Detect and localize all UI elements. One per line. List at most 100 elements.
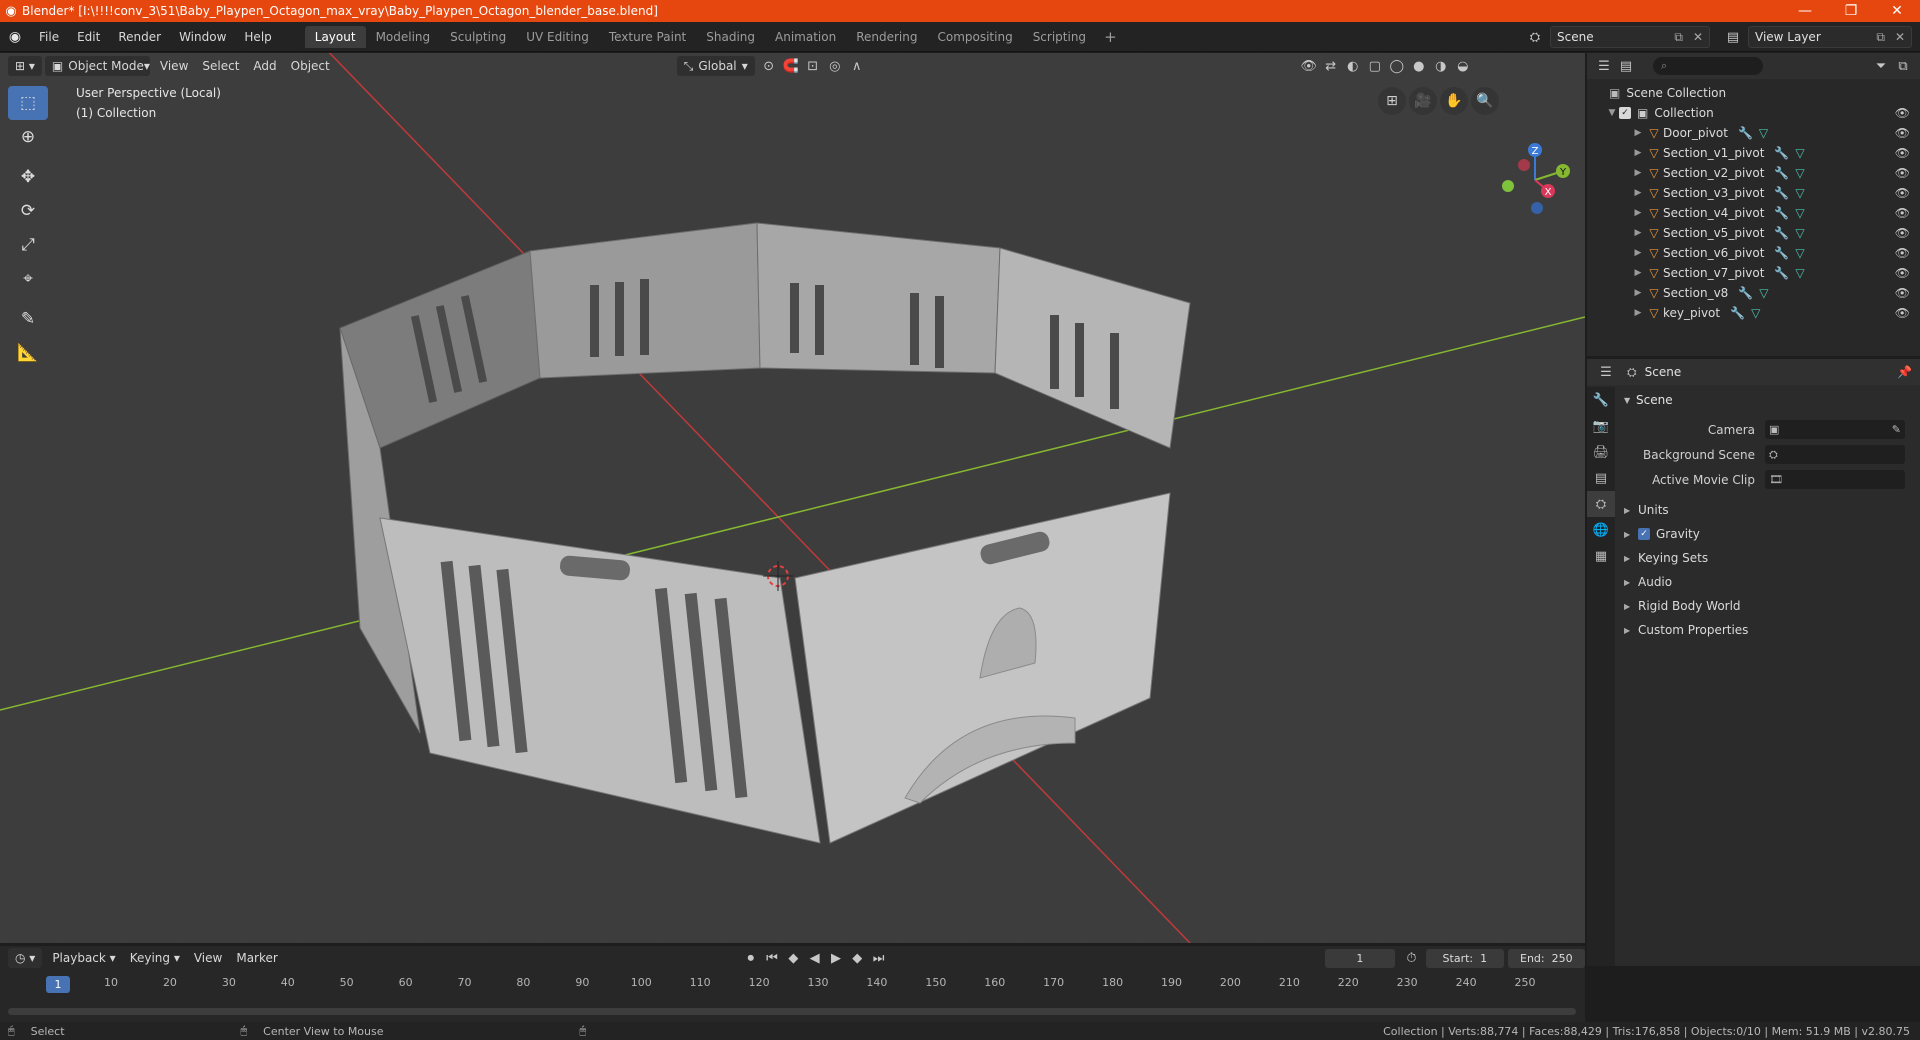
new-view-layer-icon[interactable]: ⧉ <box>1876 30 1885 45</box>
expand-arrow-icon[interactable]: ▶ <box>1631 208 1645 218</box>
eye-icon[interactable]: 👁 <box>1895 266 1910 280</box>
close-icon[interactable]: ✕ <box>1874 3 1920 19</box>
outliner-search-input[interactable]: ⌕ <box>1653 57 1763 75</box>
collection-checkbox[interactable]: ✓ <box>1619 107 1631 119</box>
gravity-panel[interactable]: ▶ ✓ Gravity <box>1618 522 1918 546</box>
zoom-icon[interactable]: 🔍 <box>1471 87 1499 115</box>
eye-icon[interactable]: 👁 <box>1895 286 1910 300</box>
timeline-ruler[interactable]: 1 10 20 30 40 50 60 70 80 90 100 110 120 130 140 150 160… <box>0 976 1585 994</box>
expand-arrow-icon[interactable]: ▶ <box>1631 248 1645 258</box>
outliner-object-row[interactable]: ▶ ▽ Section_v3_pivot 🔧 ▽ 👁 <box>1587 183 1920 203</box>
tab-uv-editing[interactable]: UV Editing <box>516 26 599 48</box>
add-workspace-icon[interactable]: + <box>1096 28 1125 46</box>
tab-texture-paint[interactable]: Texture Paint <box>599 26 696 48</box>
menu-render[interactable]: Render <box>109 30 170 44</box>
snap-icon[interactable]: 🧲 <box>780 56 802 76</box>
expand-arrow-icon[interactable]: ▶ <box>1631 228 1645 238</box>
xray-icon[interactable]: ▢ <box>1364 56 1386 76</box>
end-frame-field[interactable]: End: 250 <box>1507 948 1586 968</box>
delete-view-layer-icon[interactable]: ✕ <box>1895 30 1905 44</box>
scene-type-icon[interactable]: ⛭ <box>1524 27 1546 47</box>
outliner-editor-type-icon[interactable]: ☰ <box>1593 56 1615 76</box>
gizmo-neg-x-icon[interactable] <box>1518 159 1530 171</box>
tab-scripting[interactable]: Scripting <box>1023 26 1096 48</box>
outliner-object-row[interactable]: ▶ ▽ Section_v4_pivot 🔧 ▽ 👁 <box>1587 203 1920 223</box>
visibility-icon[interactable]: 👁 <box>1298 56 1320 76</box>
eye-icon[interactable]: 👁 <box>1895 226 1910 240</box>
minimize-icon[interactable]: — <box>1782 3 1828 19</box>
menu-file[interactable]: File <box>30 30 68 44</box>
expand-arrow-icon[interactable]: ▶ <box>1631 168 1645 178</box>
blender-menu-icon[interactable]: ◉ <box>0 29 30 45</box>
filter-icon[interactable]: ⏷ <box>1870 56 1892 76</box>
eye-icon[interactable]: 👁 <box>1895 306 1910 320</box>
falloff-icon[interactable]: ∧ <box>846 56 868 76</box>
world-tab-icon[interactable]: 🌐 <box>1587 517 1615 543</box>
rendered-shading-icon[interactable]: ◒ <box>1452 56 1474 76</box>
expand-arrow-icon[interactable]: ▶ <box>1631 308 1645 318</box>
camera-view-icon[interactable]: 🎥 <box>1409 87 1437 115</box>
scene-tab-icon[interactable]: ⛭ <box>1587 491 1615 517</box>
start-frame-field[interactable]: Start: 1 <box>1426 948 1504 968</box>
proportional-edit-icon[interactable]: ◎ <box>824 56 846 76</box>
3d-viewport[interactable]: Z Y X ⊞ ▾ ▣ Object Mode ▾ View Select Ad… <box>0 53 1585 943</box>
timeline-menu-playback[interactable]: Playback ▾ <box>45 948 122 968</box>
render-tab-icon[interactable]: 📷 <box>1587 413 1615 439</box>
rotate-tool-icon[interactable]: ⟳ <box>8 194 48 228</box>
pin-icon[interactable]: 📌 <box>1897 365 1912 379</box>
scale-tool-icon[interactable]: ⤢ <box>8 228 48 262</box>
timeline-menu-keying[interactable]: Keying ▾ <box>123 948 187 968</box>
audio-panel[interactable]: ▶ Audio <box>1618 570 1918 594</box>
jump-end-icon[interactable]: ⏭ <box>868 948 889 968</box>
outliner-object-row[interactable]: ▶ ▽ key_pivot 🔧 ▽ 👁 <box>1587 303 1920 323</box>
transform-tool-icon[interactable]: ⌖ <box>8 262 48 296</box>
toggle-grid-icon[interactable]: ⊞ <box>1378 87 1406 115</box>
view-layer-icon[interactable]: ▤ <box>1722 27 1744 47</box>
gizmo-neg-y-icon[interactable] <box>1502 180 1514 192</box>
viewport-menu-add[interactable]: Add <box>246 56 283 76</box>
tab-compositing[interactable]: Compositing <box>927 26 1022 48</box>
eye-icon[interactable]: 👁 <box>1895 146 1910 160</box>
view-layer-tab-icon[interactable]: ▤ <box>1587 465 1615 491</box>
scene-selector[interactable]: Scene ⧉ ✕ <box>1550 26 1710 48</box>
tab-layout[interactable]: Layout <box>304 25 366 48</box>
prev-keyframe-icon[interactable]: ◆ <box>783 948 804 968</box>
tab-animation[interactable]: Animation <box>765 26 846 48</box>
viewport-menu-select[interactable]: Select <box>195 56 246 76</box>
outliner-object-row[interactable]: ▶ ▽ Section_v8 🔧 ▽ 👁 <box>1587 283 1920 303</box>
timeline-editor-type-button[interactable]: ◷ ▾ <box>8 948 43 968</box>
new-collection-icon[interactable]: ⧉ <box>1892 56 1914 76</box>
display-mode-icon[interactable]: ▤ <box>1615 56 1637 76</box>
eye-icon[interactable]: 👁 <box>1895 186 1910 200</box>
eye-icon[interactable]: 👁 <box>1895 106 1910 120</box>
scene-panel-header[interactable]: ▼ Scene <box>1618 389 1918 411</box>
outliner-object-row[interactable]: ▶ ▽ Door_pivot 🔧 ▽ 👁 <box>1587 123 1920 143</box>
camera-field[interactable]: ▣ ✎ <box>1765 420 1905 439</box>
expand-arrow-icon[interactable]: ▶ <box>1631 188 1645 198</box>
outliner-object-row[interactable]: ▶ ▽ Section_v7_pivot 🔧 ▽ 👁 <box>1587 263 1920 283</box>
pan-hand-icon[interactable]: ✋ <box>1440 87 1468 115</box>
mode-dropdown[interactable]: ▣ Object Mode ▾ <box>44 56 150 76</box>
tab-sculpting[interactable]: Sculpting <box>440 26 516 48</box>
orientation-dropdown[interactable]: ⤡ Global ▾ <box>676 56 755 76</box>
tab-modeling[interactable]: Modeling <box>366 26 441 48</box>
wireframe-shading-icon[interactable]: ◯ <box>1386 56 1408 76</box>
outliner-object-row[interactable]: ▶ ▽ Section_v5_pivot 🔧 ▽ 👁 <box>1587 223 1920 243</box>
annotate-tool-icon[interactable]: ✎ <box>8 302 48 336</box>
expand-arrow-icon[interactable]: ▶ <box>1631 128 1645 138</box>
current-frame-field[interactable]: 1 <box>1325 948 1395 968</box>
eye-icon[interactable]: 👁 <box>1895 206 1910 220</box>
gravity-checkbox[interactable]: ✓ <box>1638 528 1650 540</box>
units-panel[interactable]: ▶ Units <box>1618 498 1918 522</box>
custom-properties-panel[interactable]: ▶ Custom Properties <box>1618 618 1918 642</box>
eye-icon[interactable]: 👁 <box>1895 246 1910 260</box>
cursor-tool-icon[interactable]: ⊕ <box>8 120 48 154</box>
snap-target-icon[interactable]: ⊡ <box>802 56 824 76</box>
pivot-point-icon[interactable]: ⊙ <box>758 56 780 76</box>
jump-start-icon[interactable]: ⏮ <box>761 948 782 968</box>
outliner-object-row[interactable]: ▶ ▽ Section_v6_pivot 🔧 ▽ 👁 <box>1587 243 1920 263</box>
menu-help[interactable]: Help <box>235 30 280 44</box>
measure-tool-icon[interactable]: 📐 <box>8 336 48 370</box>
menu-window[interactable]: Window <box>170 30 235 44</box>
play-icon[interactable]: ▶ <box>825 948 846 968</box>
